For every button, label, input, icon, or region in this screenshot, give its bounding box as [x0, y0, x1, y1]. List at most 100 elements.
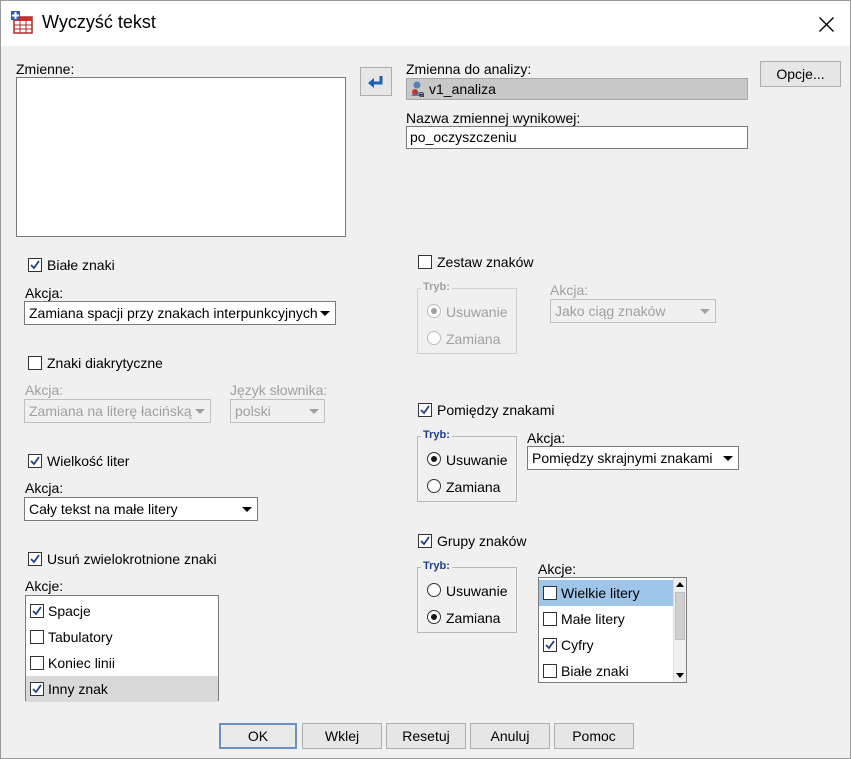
duplicates-label: Usuń zwielokrotnione znaki — [47, 551, 217, 567]
charset-label: Zestaw znaków — [437, 254, 534, 270]
options-button[interactable]: Opcje... — [760, 61, 841, 87]
list-item[interactable]: Tabulatory — [26, 624, 218, 650]
groups-actions-list[interactable]: Wielkie litery Małe litery Cyfry Białe z… — [538, 577, 687, 683]
list-item[interactable]: Cyfry — [539, 632, 673, 658]
dictionary-language-label: Język słownika: — [230, 382, 328, 398]
checkmark-icon — [30, 554, 40, 564]
duplicates-checkbox[interactable] — [28, 552, 42, 566]
arrow-left-icon — [368, 76, 383, 88]
output-variable-input[interactable]: po_oczyszczeniu — [406, 126, 748, 149]
item-label: Spacje — [48, 603, 91, 619]
checkmark-icon — [545, 640, 555, 650]
list-item[interactable]: Inny znak — [26, 676, 218, 702]
list-item[interactable]: Małe litery — [539, 606, 673, 632]
list-item[interactable]: Białe znaki — [539, 658, 673, 682]
diacritics-action-select[interactable]: Zamiana na literę łacińską — [24, 399, 211, 423]
item-checkbox[interactable] — [543, 664, 557, 678]
close-icon — [819, 17, 834, 32]
item-checkbox[interactable] — [543, 612, 557, 626]
between-mode-replace-label: Zamiana — [446, 479, 501, 495]
analysis-variable-field[interactable]: a v1_analiza — [406, 78, 748, 100]
letter-case-label: Wielkość liter — [47, 453, 130, 469]
diacritics-checkbox[interactable] — [28, 356, 42, 370]
close-button[interactable] — [806, 5, 846, 43]
diacritics-action-value: Zamiana na literę łacińską — [29, 403, 192, 419]
item-checkbox[interactable] — [30, 604, 44, 618]
cancel-button[interactable]: Anuluj — [470, 723, 550, 749]
dialog-window: Wyczyść tekst Zmienne: Zmienna do analiz… — [0, 0, 851, 759]
between-action-value: Pomiędzy skrajnymi znakami — [532, 450, 713, 466]
list-item[interactable]: Koniec linii — [26, 650, 218, 676]
item-label: Wielkie litery — [561, 585, 640, 601]
letter-case-action-select[interactable]: Cały tekst na małe litery — [24, 497, 258, 521]
move-variable-button[interactable] — [360, 67, 392, 96]
charset-mode-legend: Tryb: — [421, 281, 452, 293]
analysis-variable-value: v1_analiza — [429, 81, 496, 97]
item-label: Tabulatory — [48, 629, 113, 645]
letter-case-action-label: Akcja: — [25, 480, 64, 496]
charset-action-label: Akcja: — [550, 282, 589, 298]
between-mode-remove-label: Usuwanie — [446, 452, 508, 468]
dictionary-language-select[interactable]: polski — [230, 399, 325, 423]
between-mode-replace-radio[interactable] — [427, 479, 441, 493]
checkmark-icon — [30, 260, 40, 270]
white-chars-action-label: Akcja: — [25, 285, 64, 301]
radio-dot — [431, 456, 437, 462]
groups-actions-label: Akcje: — [538, 561, 577, 577]
paste-button[interactable]: Wklej — [302, 723, 382, 749]
between-action-label: Akcja: — [527, 430, 566, 446]
white-chars-checkbox[interactable] — [28, 258, 42, 272]
groups-mode-remove-label: Usuwanie — [446, 583, 508, 599]
diacritics-label: Znaki diakrytyczne — [47, 355, 163, 371]
charset-mode-remove-radio[interactable] — [427, 304, 441, 318]
charset-mode-replace-radio[interactable] — [427, 331, 441, 345]
checkmark-icon — [420, 405, 430, 415]
item-checkbox[interactable] — [543, 638, 557, 652]
analysis-variable-label: Zmienna do analizy: — [406, 61, 532, 77]
ok-button[interactable]: OK — [219, 723, 297, 749]
scroll-up-icon[interactable] — [674, 579, 686, 591]
variables-label: Zmienne: — [16, 61, 75, 77]
checkmark-icon — [30, 456, 40, 466]
scroll-down-icon[interactable] — [674, 669, 686, 681]
between-mode-remove-radio[interactable] — [427, 452, 441, 466]
charset-mode-replace-label: Zamiana — [446, 331, 501, 347]
groups-checkbox[interactable] — [418, 534, 432, 548]
groups-mode-legend: Tryb: — [421, 560, 452, 572]
charset-action-select[interactable]: Jako ciąg znaków — [550, 299, 716, 323]
white-chars-label: Białe znaki — [47, 257, 115, 273]
title-bar: Wyczyść tekst — [1, 1, 850, 46]
list-item[interactable]: Wielkie litery — [539, 580, 673, 606]
variables-list[interactable] — [16, 77, 346, 237]
dictionary-language-value: polski — [235, 403, 271, 419]
chevron-down-icon — [309, 409, 319, 414]
reset-button[interactable]: Resetuj — [386, 723, 466, 749]
letter-case-checkbox[interactable] — [28, 454, 42, 468]
output-variable-value: po_oczyszczeniu — [410, 129, 517, 145]
checkmark-icon — [420, 536, 430, 546]
item-label: Cyfry — [561, 637, 594, 653]
chevron-down-icon — [320, 311, 330, 316]
list-scrollbar[interactable] — [673, 578, 686, 682]
between-checkbox[interactable] — [418, 403, 432, 417]
radio-dot — [431, 308, 437, 314]
item-checkbox[interactable] — [30, 656, 44, 670]
help-button[interactable]: Pomoc — [554, 723, 634, 749]
list-item[interactable]: Spacje — [26, 598, 218, 624]
item-checkbox[interactable] — [30, 682, 44, 696]
radio-dot — [431, 614, 437, 620]
scroll-thumb[interactable] — [675, 592, 685, 640]
charset-checkbox[interactable] — [418, 255, 432, 269]
item-label: Białe znaki — [561, 663, 629, 679]
white-chars-action-value: Zamiana spacji przy znakach interpunkcyj… — [29, 305, 318, 321]
groups-mode-remove-radio[interactable] — [427, 583, 441, 597]
app-table-icon — [11, 11, 33, 34]
between-action-select[interactable]: Pomiędzy skrajnymi znakami — [527, 446, 739, 470]
chevron-down-icon — [723, 456, 733, 461]
white-chars-action-select[interactable]: Zamiana spacji przy znakach interpunkcyj… — [24, 301, 336, 325]
item-label: Koniec linii — [48, 655, 115, 671]
groups-mode-replace-radio[interactable] — [427, 610, 441, 624]
item-checkbox[interactable] — [543, 586, 557, 600]
item-checkbox[interactable] — [30, 630, 44, 644]
duplicates-actions-list[interactable]: Spacje Tabulatory Koniec linii Inny znak — [25, 595, 219, 702]
